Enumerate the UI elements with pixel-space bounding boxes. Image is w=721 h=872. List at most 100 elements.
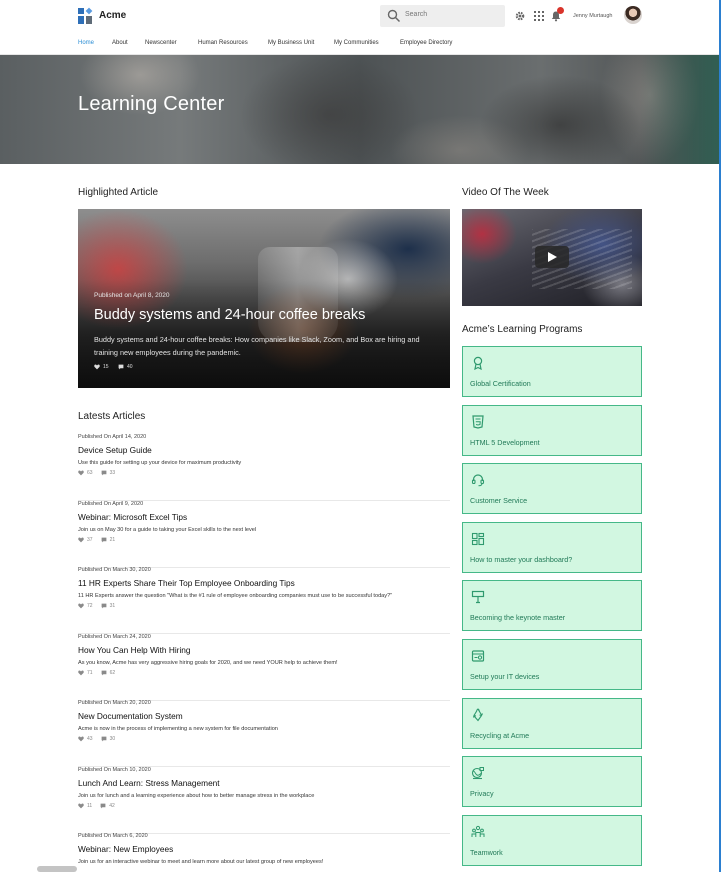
list-item[interactable]: Published On March 6, 2020 Webinar: New E… [78,833,450,872]
comment-icon [118,364,124,370]
program-tile[interactable]: Privacy [462,756,642,808]
comment-count: 40 [126,364,133,370]
article-title[interactable]: Device Setup Guide [78,445,152,455]
like-stat[interactable]: 15 [94,364,109,370]
comment-icon [101,670,106,675]
award-icon [473,356,483,370]
program-tile[interactable]: Teamwork [462,814,642,866]
list-item[interactable]: Published On April 14, 2020 Device Setup … [78,434,450,501]
like-stat[interactable]: 71 [78,670,93,676]
recycle-icon [472,707,483,721]
video-player[interactable] [462,209,642,306]
article-title[interactable]: New Documentation System [78,711,183,721]
like-stat[interactable]: 72 [78,603,93,609]
team-icon [471,825,485,837]
article-description: Join us for lunch and a learning experie… [78,792,315,799]
horizontal-scrollbar[interactable] [37,866,77,872]
like-count: 63 [87,470,93,476]
like-stat[interactable]: 37 [78,537,93,543]
heart-icon [94,364,100,370]
program-label: Global Certification [470,379,531,388]
brand-name[interactable]: Acme [99,10,126,21]
article-title[interactable]: 11 HR Experts Share Their Top Employee O… [78,578,295,588]
like-count: 11 [87,802,93,809]
acme-logo-icon[interactable] [78,7,93,24]
nav-newscenter[interactable]: Newscenter [145,40,177,46]
nav-employee-directory[interactable]: Employee Directory [400,40,452,46]
gear-icon[interactable] [514,10,526,22]
nav-human-resources[interactable]: Human Resources [198,40,248,46]
article-stats: 63 33 [78,470,123,478]
list-item[interactable]: Published On March 20, 2020 New Documenta… [78,700,450,767]
search-box[interactable]: Search [380,5,505,27]
program-tile[interactable]: How to master your dashboard? [462,521,642,573]
article-title[interactable]: Webinar: New Employees [78,844,173,854]
hero-accent [640,55,721,164]
program-tile[interactable]: Customer Service [462,463,642,515]
program-label: Setup your IT devices [470,672,540,681]
like-count: 43 [87,736,93,742]
like-stat[interactable]: 11 [78,803,92,809]
comment-stat[interactable]: 30 [101,736,116,742]
play-button[interactable] [535,246,569,268]
avatar[interactable] [624,6,642,24]
feature-title[interactable]: Buddy systems and 24-hour coffee breaks [94,307,365,323]
program-label: Becoming the keynote master [470,613,566,623]
program-label: Teamwork [470,847,503,857]
list-item[interactable]: Published On March 10, 2020 Lunch And Lea… [78,767,450,834]
comment-count: 42 [109,802,115,809]
list-item[interactable]: Published On March 30, 2020 11 HR Experts… [78,567,450,634]
article-published-date: Published On March 30, 2020 [78,567,151,573]
program-label: Privacy [470,789,494,799]
article-stats: 43 30 [78,736,123,744]
list-item[interactable]: Published On April 9, 2020 Webinar: Micro… [78,501,450,568]
program-tile[interactable]: Global Certification [462,346,642,397]
nav-about[interactable]: About [112,40,128,46]
program-tile[interactable]: HTML 5 Development [462,404,642,456]
highlighted-section-title: Highlighted Article [78,187,159,198]
program-label: How to master your dashboard? [470,554,573,564]
program-label: Customer Service [470,496,528,506]
programs-section-title: Acme’s Learning Programs [462,324,583,335]
user-name[interactable]: Jenny Murtaugh [573,13,612,19]
comment-count: 62 [109,669,116,676]
heart-icon [78,603,84,609]
heart-icon [78,537,84,542]
program-tile[interactable]: Recycling at Acme [462,697,642,749]
list-item[interactable]: Published On March 24, 2020 How You Can H… [78,634,450,701]
nav-my-business-unit[interactable]: My Business Unit [268,40,314,46]
comment-stat[interactable]: 33 [101,470,116,476]
article-title[interactable]: Webinar: Microsoft Excel Tips [78,512,187,522]
comment-stat[interactable]: 40 [118,364,133,370]
highlighted-article-card[interactable]: Published on April 8, 2020 Buddy systems… [78,209,450,388]
article-stats: 72 31 [78,603,123,611]
app-grid-icon[interactable] [533,10,545,22]
article-description: Join us for an interactive webinar to me… [78,859,324,865]
like-stat[interactable]: 63 [78,470,93,476]
comment-count: 33 [109,470,116,476]
comment-stat[interactable]: 21 [101,537,115,543]
heart-icon [78,670,84,675]
article-stats: 71 62 [78,670,123,678]
video-section-title: Video Of The Week [462,187,549,198]
like-count: 71 [87,669,93,676]
article-title[interactable]: Lunch And Learn: Stress Management [78,778,220,788]
top-bar: Acme Search Jenny Murtaugh [0,0,721,32]
nav-home[interactable]: Home [78,40,94,46]
article-published-date: Published On March 20, 2020 [78,700,151,706]
program-tile[interactable]: Becoming the keynote master [462,580,642,632]
article-title[interactable]: How You Can Help With Hiring [78,645,191,655]
like-stat[interactable]: 43 [78,736,93,742]
program-tile[interactable]: Setup your IT devices [462,639,642,690]
comment-stat[interactable]: 42 [100,803,115,809]
page-title: Learning Center [78,93,225,115]
comment-count: 30 [109,736,116,742]
comment-stat[interactable]: 62 [101,669,116,676]
feature-stats: 15 40 [94,364,141,372]
program-label: Recycling at Acme [470,730,530,740]
nav-my-communities[interactable]: My Communities [334,40,379,46]
like-count: 37 [87,536,93,543]
article-description: As you know, Acme has very aggressive hi… [78,659,338,666]
html5-icon [472,414,484,429]
comment-stat[interactable]: 31 [101,603,115,609]
